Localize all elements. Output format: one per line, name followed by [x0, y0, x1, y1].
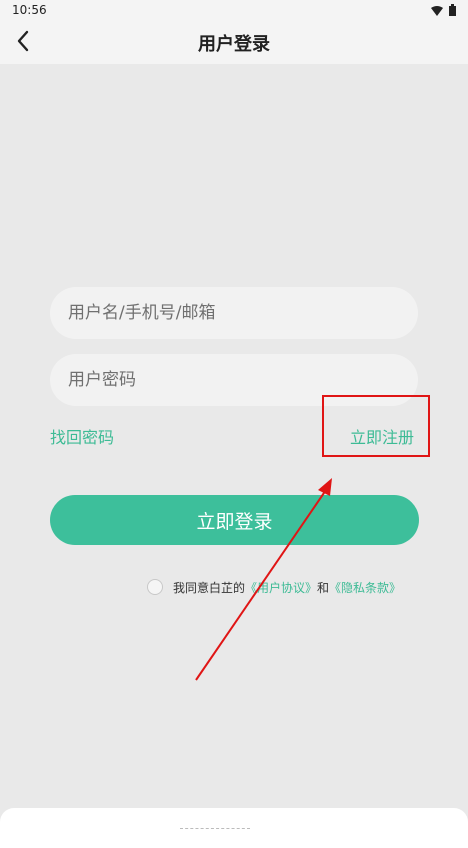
page-title: 用户登录	[198, 34, 270, 55]
agreement-row: 我同意白芷的 《用户协议》 和 《隐私条款》	[147, 578, 401, 596]
nav-bar: 用户登录	[0, 22, 468, 64]
battery-icon	[449, 1, 456, 20]
agree-checkbox[interactable]	[147, 579, 163, 595]
agreement-and: 和	[317, 580, 330, 595]
username-input[interactable]	[50, 287, 418, 339]
status-icons	[431, 3, 456, 16]
login-form: 找回密码 立即注册 立即登录 我同意白芷的 《用户协议》 和 《隐私条款》	[0, 64, 468, 833]
bottom-sheet	[0, 808, 468, 848]
forgot-password-link[interactable]: 找回密码	[50, 424, 114, 448]
status-bar: 10:56	[0, 0, 468, 22]
wifi-icon	[431, 1, 443, 20]
bottom-sheet-handle	[180, 828, 250, 832]
privacy-policy-link[interactable]: 《隐私条款》	[329, 579, 401, 596]
login-button[interactable]: 立即登录	[50, 495, 419, 545]
user-agreement-link[interactable]: 《用户协议》	[245, 579, 317, 596]
agreement-prefix: 我同意白芷的	[173, 580, 246, 595]
status-time: 10:56	[12, 3, 47, 17]
annotation-highlight-box	[322, 395, 430, 457]
